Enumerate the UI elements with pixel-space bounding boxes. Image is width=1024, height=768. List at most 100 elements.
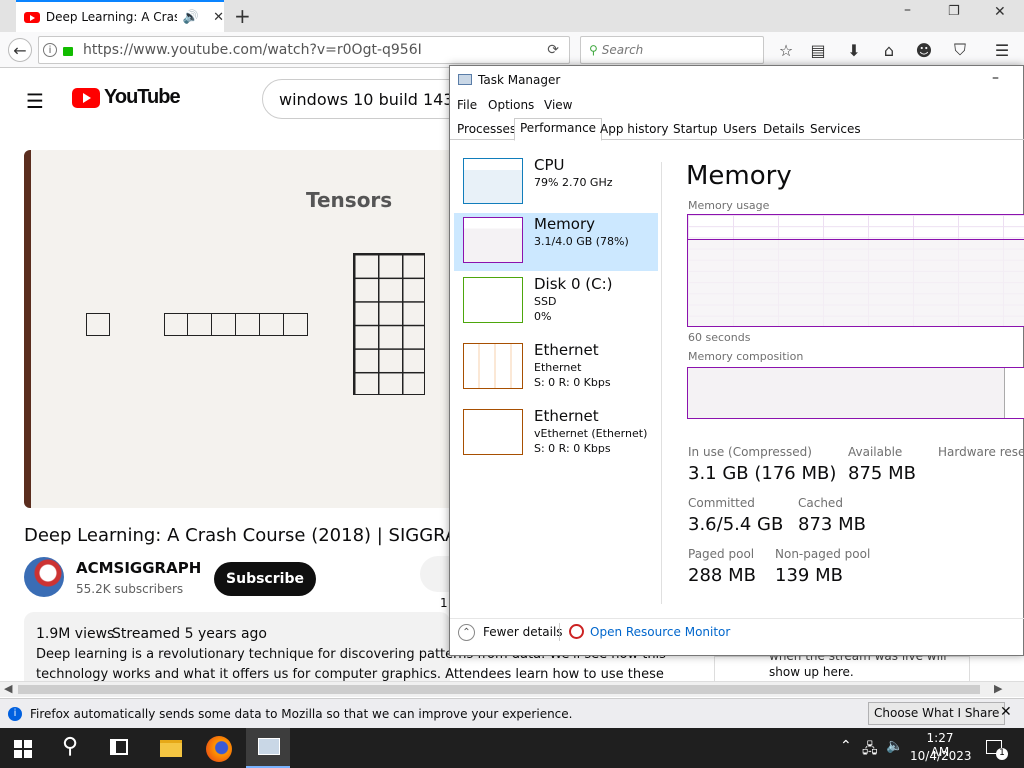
- minimize-window-icon[interactable]: –: [904, 2, 911, 18]
- speaker-icon[interactable]: 🔊: [183, 10, 199, 25]
- url-bar[interactable]: i https://www.youtube.com/watch?v=r0Ogt-…: [38, 36, 570, 64]
- task-manager-minimize-icon[interactable]: –: [992, 70, 999, 86]
- chat-message-2: show up here.: [769, 665, 854, 679]
- close-window-icon[interactable]: ✕: [994, 4, 1006, 20]
- youtube-favicon-icon: [24, 11, 40, 23]
- menu-view[interactable]: View: [544, 98, 572, 112]
- download-icon[interactable]: ⬇: [842, 38, 866, 62]
- subscribe-button[interactable]: Subscribe: [214, 562, 316, 596]
- in-use-value: 3.1 GB (176 MB): [688, 463, 837, 484]
- task-manager-footer: [450, 618, 1024, 619]
- sidebar-item-detail-2: S: 0 R: 0 Kbps: [534, 376, 611, 389]
- description-box[interactable]: 1.9M views Streamed 5 years ago Deep lea…: [24, 612, 666, 681]
- memory-usage-label: Memory usage: [688, 199, 770, 212]
- memory-composition-bar: [687, 367, 1024, 419]
- available-value: 875 MB: [848, 463, 916, 484]
- horizontal-scrollbar[interactable]: ◀ ▶: [0, 681, 1024, 697]
- file-explorer-icon[interactable]: [160, 740, 182, 757]
- task-manager-taskbar-button[interactable]: [246, 728, 290, 768]
- url-text[interactable]: https://www.youtube.com/watch?v=r0Ogt-q9…: [83, 42, 422, 58]
- hello-icon[interactable]: ☻: [912, 38, 936, 62]
- view-count: 1.9M views: [36, 626, 115, 642]
- menu-icon[interactable]: ☰: [990, 38, 1014, 62]
- tab-title: Deep Learning: A Cras...: [45, 10, 177, 24]
- reload-icon[interactable]: ⟳: [547, 42, 559, 58]
- search-box[interactable]: ⚲ Search: [580, 36, 764, 64]
- sidebar-divider: [661, 162, 662, 604]
- tab-processes[interactable]: Processes: [452, 120, 521, 140]
- scroll-left-icon[interactable]: ◀: [4, 682, 12, 695]
- choose-what-i-share-button[interactable]: Choose What I Share: [868, 702, 1006, 725]
- memory-thumbnail-graph: [463, 217, 523, 263]
- tab-users[interactable]: Users: [718, 120, 762, 140]
- fewer-details-icon[interactable]: ⌃: [458, 624, 475, 641]
- open-resource-monitor-link[interactable]: Open Resource Monitor: [590, 625, 730, 639]
- sidebar-item-cpu[interactable]: CPU 79% 2.70 GHz: [454, 154, 658, 212]
- scroll-right-icon[interactable]: ▶: [994, 682, 1002, 695]
- youtube-logo[interactable]: YouTube: [72, 86, 181, 109]
- new-tab-button[interactable]: +: [234, 4, 251, 28]
- network-icon[interactable]: 🖧: [862, 738, 878, 762]
- sidebar-item-label: Memory: [534, 215, 596, 233]
- tab-services[interactable]: Services: [805, 120, 866, 140]
- start-button[interactable]: [14, 740, 32, 758]
- youtube-search-input[interactable]: windows 10 build 14372: [262, 79, 462, 119]
- video-player[interactable]: Tensors: [24, 150, 450, 508]
- hardware-reserved-label: Hardware reserve: [938, 445, 1024, 459]
- show-hidden-icons-icon[interactable]: ⌃: [840, 738, 852, 754]
- restore-window-icon[interactable]: ❐: [948, 4, 960, 19]
- volume-icon[interactable]: 🔈: [886, 738, 903, 754]
- task-manager-window: Task Manager – File Options View Process…: [449, 65, 1024, 656]
- back-button[interactable]: ←: [8, 38, 32, 62]
- subscriber-count: 55.2K subscribers: [76, 582, 184, 596]
- like-count: 1: [440, 596, 448, 610]
- task-view-icon[interactable]: [110, 739, 128, 755]
- pocket-icon[interactable]: ⛉: [948, 38, 972, 62]
- hamburger-menu-icon[interactable]: ☰: [26, 89, 44, 113]
- sidebar-item-detail-2: S: 0 R: 0 Kbps: [534, 442, 611, 455]
- channel-name[interactable]: ACMSIGGRAPH: [76, 559, 201, 577]
- clock-date[interactable]: 10/4/2023: [910, 749, 972, 763]
- committed-label: Committed: [688, 496, 755, 510]
- scroll-thumb[interactable]: [18, 685, 980, 694]
- paged-pool-label: Paged pool: [688, 547, 755, 561]
- slide-title: Tensors: [306, 188, 393, 212]
- close-tab-icon[interactable]: ✕: [213, 10, 224, 25]
- close-notification-icon[interactable]: ✕: [1000, 704, 1012, 720]
- youtube-logo-icon: [72, 87, 100, 108]
- channel-avatar[interactable]: [24, 557, 64, 597]
- sidebar-item-memory[interactable]: Memory 3.1/4.0 GB (78%): [454, 213, 658, 271]
- sidebar-item-label: Ethernet: [534, 341, 599, 359]
- info-icon[interactable]: i: [43, 43, 57, 57]
- memory-in-use-segment: [688, 368, 1005, 418]
- tab-details[interactable]: Details: [758, 120, 810, 140]
- in-use-label: In use (Compressed): [688, 445, 812, 459]
- fewer-details-link[interactable]: Fewer details: [483, 625, 563, 639]
- non-paged-pool-label: Non-paged pool: [775, 547, 871, 561]
- tab-startup[interactable]: Startup: [668, 120, 723, 140]
- reading-list-icon[interactable]: ▤: [806, 38, 830, 62]
- sidebar-item-ethernet-2[interactable]: Ethernet vEthernet (Ethernet) S: 0 R: 0 …: [454, 405, 658, 463]
- task-manager-title: Task Manager: [478, 73, 561, 87]
- matrix-grid: [353, 253, 425, 395]
- firefox-icon[interactable]: [206, 736, 232, 762]
- home-icon[interactable]: ⌂: [877, 38, 901, 62]
- bookmark-star-icon[interactable]: ☆: [774, 38, 798, 62]
- menu-file[interactable]: File: [457, 98, 477, 112]
- browser-tab[interactable]: Deep Learning: A Cras... 🔊 ✕: [16, 0, 224, 32]
- sidebar-item-disk[interactable]: Disk 0 (C:) SSD 0%: [454, 273, 658, 331]
- sidebar-item-detail: 3.1/4.0 GB (78%): [534, 235, 629, 248]
- sidebar-item-label: Ethernet: [534, 407, 599, 425]
- paged-pool-value: 288 MB: [688, 565, 756, 586]
- tab-performance[interactable]: Performance: [514, 118, 603, 141]
- sidebar-item-detail: Ethernet: [534, 361, 582, 374]
- task-manager-tabs: Processes Performance App history Startu…: [450, 118, 1024, 141]
- tab-app-history[interactable]: App history: [595, 120, 674, 140]
- like-button[interactable]: [420, 556, 450, 592]
- sidebar-item-detail: SSD: [534, 295, 557, 308]
- lock-icon[interactable]: [63, 47, 73, 56]
- sidebar-item-ethernet-1[interactable]: Ethernet Ethernet S: 0 R: 0 Kbps: [454, 339, 658, 397]
- notification-message: Firefox automatically sends some data to…: [30, 706, 573, 721]
- menu-options[interactable]: Options: [488, 98, 534, 112]
- cortana-search-icon[interactable]: ⚲: [62, 734, 78, 759]
